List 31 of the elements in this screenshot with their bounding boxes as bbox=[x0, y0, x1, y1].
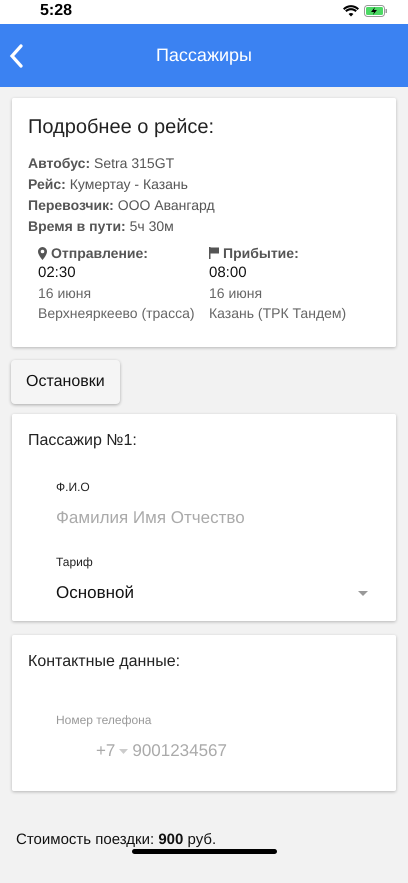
trip-price: Стоимость поездки: 900 руб. bbox=[16, 831, 216, 848]
trip-detail: Автобус: Setra 315GT bbox=[28, 154, 176, 173]
point-time: 02:30 bbox=[38, 263, 77, 283]
field-label: Тариф bbox=[56, 555, 94, 569]
point-place: Казань (ТРК Тандем) bbox=[209, 304, 348, 323]
full-name-field[interactable]: Фамилия Имя Отчество bbox=[56, 508, 296, 528]
status-time: 5:28 bbox=[40, 1, 72, 21]
point-date: 16 июня bbox=[209, 284, 264, 303]
tariff-dropdown[interactable]: Основной bbox=[56, 583, 380, 603]
card-title: Подробнее о рейсе: bbox=[28, 116, 216, 139]
trip-detail: Перевозчик: ООО Авангард bbox=[28, 196, 216, 215]
trip-detail: Время в пути: 5ч 30м bbox=[28, 217, 175, 236]
stops-button[interactable]: Остановки bbox=[11, 360, 120, 404]
trip-detail: Рейс: Кумертау - Казань bbox=[28, 175, 189, 194]
point-place: Верхнеяркеево (трасса) bbox=[38, 304, 196, 323]
card-title: Пассажир №1: bbox=[28, 432, 138, 450]
point-label: Отправление: bbox=[51, 244, 148, 263]
battery-icon bbox=[364, 5, 388, 17]
point-time: 08:00 bbox=[209, 263, 248, 283]
card-title: Контактные данные: bbox=[28, 653, 182, 671]
point-label: Прибытие: bbox=[223, 244, 299, 263]
dropdown-caret-icon bbox=[119, 748, 128, 754]
dropdown-caret-icon bbox=[358, 590, 368, 596]
screen-title: Пассажиры bbox=[156, 45, 252, 66]
field-label: Номер телефона bbox=[56, 713, 152, 727]
location-pin-icon bbox=[38, 246, 47, 260]
wifi-icon bbox=[343, 5, 359, 17]
flag-icon bbox=[209, 247, 219, 259]
point-date: 16 июня bbox=[38, 284, 92, 303]
field-label: Ф.И.О bbox=[56, 480, 91, 494]
phone-field[interactable]: 9001234567 bbox=[132, 741, 312, 761]
